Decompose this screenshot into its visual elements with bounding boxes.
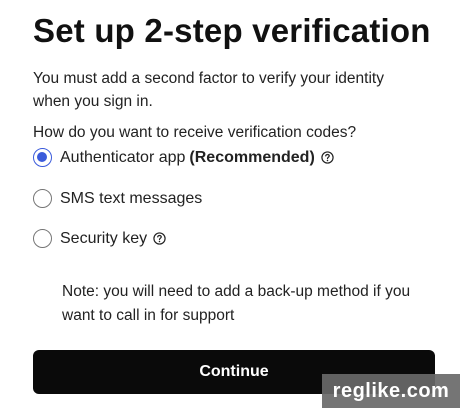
option-security-key[interactable]: Security key (33, 229, 166, 248)
option-label-authenticator-app: Authenticator app (60, 148, 186, 166)
option-label-sms: SMS text messages (60, 189, 203, 207)
question-label: How do you want to receive verification … (33, 124, 357, 141)
radio-security-key[interactable] (33, 229, 52, 248)
radio-sms[interactable] (33, 189, 52, 208)
intro-text: You must add a second factor to verify y… (33, 70, 384, 110)
help-circle-icon[interactable] (321, 151, 334, 164)
backup-method-note: Note: you will need to add a back-up met… (62, 283, 411, 324)
option-authenticator-app[interactable]: Authenticator app (Recommended) (33, 148, 334, 167)
option-label-security-key: Security key (60, 229, 148, 247)
option-sms[interactable]: SMS text messages (33, 189, 202, 208)
watermark: reglike.com (322, 374, 460, 408)
help-circle-icon[interactable] (153, 232, 166, 245)
page-title: Set up 2-step verification (33, 12, 431, 49)
radio-authenticator-app[interactable] (33, 148, 52, 167)
recommended-badge: (Recommended) (189, 148, 315, 166)
